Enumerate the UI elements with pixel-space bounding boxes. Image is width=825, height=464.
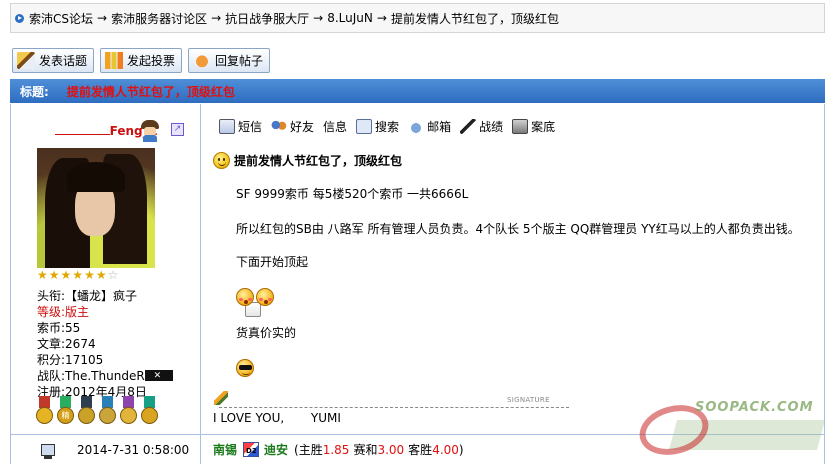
signature-label: SIGNATURE [505, 396, 552, 404]
medal-list: 精 [35, 396, 159, 428]
team-b: 迪安 [264, 443, 289, 457]
post-time: 2014-7-31 0:58:00 [77, 442, 190, 457]
rank-star-icon: ★ [48, 268, 60, 282]
new-poll-button[interactable]: 发起投票 [100, 48, 183, 73]
user-panel: Feng_Z ↗ ★ ★ ★ ★ ★ ★ ☆ 头衔:【蟠龙】疯子 等级:版主 索币:55 文… [11, 104, 201, 434]
new-topic-button[interactable]: 发表话题 [12, 48, 95, 73]
rank-star-icon: ★ [95, 268, 107, 282]
medal-icon [140, 396, 159, 428]
post-line-2: 所以红包的SB由 八路军 所有管理人员负责。4个队长 5个版主 QQ群管理员 Y… [236, 222, 800, 236]
draw-label: 赛和 [353, 443, 378, 457]
clan-flag-icon [144, 368, 173, 384]
breadcrumb-separator: → [211, 11, 222, 25]
search-button[interactable]: 搜索 [356, 118, 399, 135]
breadcrumb-separator: → [376, 11, 387, 25]
post-time-cell: 2014-7-31 0:58:00 [11, 435, 201, 464]
post-line-3: 下面开始顶起 [236, 255, 309, 269]
new-poll-label: 发起投票 [127, 54, 176, 68]
d2-flag-icon [243, 442, 260, 457]
site-watermark: SOOPACK.COM [633, 396, 825, 463]
away-odds: 4.00 [432, 442, 459, 457]
search-icon [356, 119, 373, 134]
computer-icon [41, 443, 55, 459]
record-button[interactable]: 战绩 [460, 118, 503, 135]
home-win-label: (主胜 [294, 443, 323, 457]
poll-bars-icon [105, 52, 124, 69]
reply-icon [193, 52, 212, 69]
post-line-4: 货真价实的 [236, 326, 297, 340]
home-odds: 1.85 [322, 442, 350, 457]
thread-title-label: 标题: [20, 84, 49, 99]
post-title-text: 提前发情人节红包了，顶级红包 [234, 154, 403, 168]
mail-button[interactable]: 邮箱 [408, 118, 451, 135]
match-info: 南锡 迪安 (主胜 1.85 赛和 3.00 客胜 4.00 ) [213, 441, 464, 458]
case-button[interactable]: 案底 [512, 118, 555, 135]
thread-title-bar: 标题: 提前发情人节红包了，顶级红包 [10, 79, 825, 103]
user-sprite-icon [139, 120, 161, 142]
user-clan-row: 战队:The.ThundeR [37, 368, 173, 384]
rank-star-icon: ★ [84, 268, 95, 282]
reply-button[interactable]: 回复帖子 [188, 48, 271, 73]
close-paren: ) [458, 442, 464, 457]
breadcrumb: 索沛CS论坛 → 索沛服务器讨论区 → 抗日战争服大厅 → 8.LuJuN → … [10, 3, 825, 33]
smile-icon [213, 152, 230, 169]
medal-icon: 精 [56, 396, 75, 428]
breadcrumb-separator: → [97, 11, 108, 25]
blush-emoji-icon [236, 288, 254, 306]
draw-odds: 3.00 [377, 442, 405, 457]
user-action-bar: 短信 好友 信息 搜索 邮箱 战绩 案底 [219, 118, 555, 317]
friend-icon [271, 119, 288, 134]
user-points-row: 积分:17105 [37, 353, 104, 367]
breadcrumb-thread-link[interactable]: 提前发情人节红包了，顶级红包 [391, 10, 559, 27]
username-underline [54, 125, 110, 135]
rank-star-icon: ★ [37, 268, 48, 282]
away-label: 客胜 [408, 443, 433, 457]
friend-button[interactable]: 好友 [271, 118, 314, 135]
mail-icon [408, 119, 425, 134]
sms-icon [219, 119, 235, 134]
new-topic-label: 发表话题 [39, 54, 88, 68]
reply-label: 回复帖子 [215, 54, 264, 68]
rank-star-icon: ★ [72, 268, 84, 282]
medal-icon [98, 396, 117, 428]
watermark-text: SOOPACK.COM [695, 400, 814, 415]
user-level-row: 等级:版主 [37, 305, 90, 319]
breadcrumb-subforum-link[interactable]: 8.LuJuN [327, 11, 373, 25]
avatar [37, 148, 155, 268]
breadcrumb-hall-link[interactable]: 抗日战争服大厅 [225, 10, 309, 27]
thread-title: 提前发情人节红包了，顶级红包 [66, 84, 235, 99]
record-icon [460, 119, 477, 134]
user-info: 头衔:【蟠龙】疯子 等级:版主 索币:55 文章:2674 积分:17105 战… [37, 288, 173, 400]
post-line-1: SF 9999索币 每5楼520个索币 一共6666L [236, 187, 469, 201]
user-posts-row: 文章:2674 [37, 337, 96, 351]
breadcrumb-separator: → [313, 11, 324, 25]
case-icon [512, 119, 529, 134]
blush-emoji-icon [256, 288, 274, 306]
rank-star-icon: ★ [60, 268, 72, 282]
medal-icon [77, 396, 96, 428]
expand-icon[interactable]: ↗ [171, 123, 184, 136]
cool-emoji-icon [236, 359, 254, 377]
breadcrumb-forum-link[interactable]: 索沛CS论坛 [29, 10, 93, 27]
breadcrumb-arrow-icon [15, 13, 24, 23]
user-rank-stars: ★ ★ ★ ★ ★ ★ ☆ [37, 269, 118, 282]
signature-text: I LOVE YOU, YUMI [213, 411, 341, 425]
rank-star-icon: ☆ [107, 268, 119, 282]
breadcrumb-board-link[interactable]: 索沛服务器讨论区 [111, 10, 207, 27]
team-a: 南锡 [213, 443, 238, 457]
post-body: 短信 好友 信息 搜索 邮箱 战绩 案底 提前发情人节红包了，顶级红包 SF 9… [202, 104, 824, 434]
user-title-row: 头衔:【蟠龙】疯子 [37, 289, 138, 303]
user-coins-row: 索币:55 [37, 321, 81, 335]
medal-icon [35, 396, 54, 428]
pen-icon [17, 52, 35, 69]
post-toolbar: 发表话题 发起投票 回复帖子 [12, 48, 271, 73]
sms-button[interactable]: 短信 [219, 118, 262, 135]
info-button[interactable]: 信息 [245, 118, 347, 317]
medal-icon [119, 396, 138, 428]
post-title: 提前发情人节红包了，顶级红包 [213, 152, 402, 169]
